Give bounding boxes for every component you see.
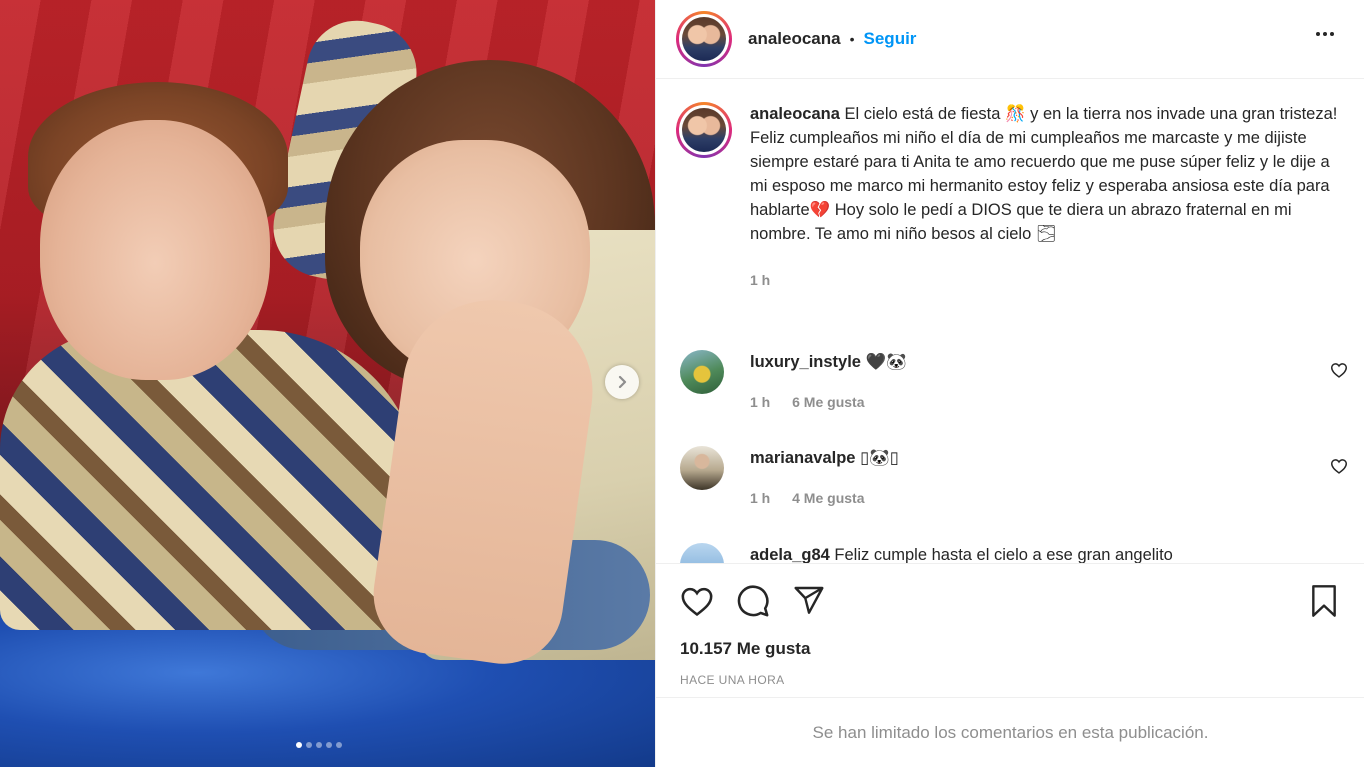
comment-username[interactable]: luxury_instyle xyxy=(750,353,861,371)
comment-text: 🖤🐼 xyxy=(865,353,907,371)
commenter-avatar[interactable] xyxy=(680,446,724,490)
carousel-dot xyxy=(306,742,312,748)
comments-list[interactable]: analeocana El cielo está de fiesta 🎊 y e… xyxy=(656,80,1364,563)
carousel-dot xyxy=(326,742,332,748)
carousel-dot xyxy=(296,742,302,748)
comment-text: ▯🐼▯ xyxy=(860,449,899,467)
comment-likes[interactable]: 6 Me gusta xyxy=(792,394,864,410)
commenter-avatar[interactable] xyxy=(680,350,724,394)
caption-meta: 1 h xyxy=(750,268,1350,292)
comment-time[interactable]: 1 h xyxy=(750,490,770,506)
more-options-icon xyxy=(1316,32,1320,36)
post-caption: analeocana El cielo está de fiesta 🎊 y e… xyxy=(676,102,1356,292)
post-actions: 10.157 Me gusta HACE UNA HORA xyxy=(656,563,1364,697)
boy-face xyxy=(40,120,270,380)
comment-like-heart-icon[interactable] xyxy=(1330,458,1348,474)
likes-count[interactable]: 10.157 Me gusta xyxy=(680,639,810,659)
more-options-button[interactable] xyxy=(1316,26,1334,42)
caption-text-block: analeocana El cielo está de fiesta 🎊 y e… xyxy=(750,102,1350,292)
share-icon[interactable] xyxy=(792,584,826,616)
carousel-next-button[interactable] xyxy=(605,365,639,399)
comment-like-heart-icon[interactable] xyxy=(1330,362,1348,378)
chevron-right-icon xyxy=(618,375,627,389)
post-header: analeocana • Seguir xyxy=(656,0,1364,79)
header-separator: • xyxy=(849,31,855,47)
comments-limited-notice: Se han limitado los comentarios en esta … xyxy=(656,697,1364,767)
bookmark-icon[interactable] xyxy=(1308,583,1340,619)
caption-avatar[interactable] xyxy=(676,102,732,158)
comment-meta: 1 h 4 Me gusta xyxy=(750,490,864,506)
caption-text: El cielo está de fiesta 🎊 y en la tierra… xyxy=(750,105,1338,243)
caption-username[interactable]: analeocana xyxy=(750,105,840,123)
caption-time[interactable]: 1 h xyxy=(750,272,770,288)
comment-icon[interactable] xyxy=(736,584,770,618)
comment-username[interactable]: adela_g84 xyxy=(750,546,830,563)
comment-time[interactable]: 1 h xyxy=(750,394,770,410)
carousel-dot xyxy=(316,742,322,748)
comment-body: luxury_instyle 🖤🐼 xyxy=(750,350,1310,374)
follow-button[interactable]: Seguir xyxy=(864,29,917,49)
comment-likes[interactable]: 4 Me gusta xyxy=(792,490,864,506)
post-side-panel: analeocana • Seguir analeocana El cielo … xyxy=(655,0,1364,767)
post-time[interactable]: HACE UNA HORA xyxy=(680,673,785,687)
comment-username[interactable]: marianavalpe xyxy=(750,449,855,467)
post-photo[interactable] xyxy=(0,0,655,767)
comment-meta: 1 h 6 Me gusta xyxy=(750,394,864,410)
carousel-indicator xyxy=(296,742,342,748)
boy-shirt xyxy=(0,330,420,630)
author-username[interactable]: analeocana xyxy=(748,29,841,49)
author-avatar[interactable] xyxy=(676,11,732,67)
carousel-dot xyxy=(336,742,342,748)
commenter-avatar[interactable] xyxy=(680,543,724,563)
heart-icon[interactable] xyxy=(680,585,714,617)
comment-body: marianavalpe ▯🐼▯ xyxy=(750,446,1310,470)
comment-text: Feliz cumple hasta el cielo a ese gran a… xyxy=(834,546,1173,563)
comment-body: adela_g84 Feliz cumple hasta el cielo a … xyxy=(750,543,1310,563)
